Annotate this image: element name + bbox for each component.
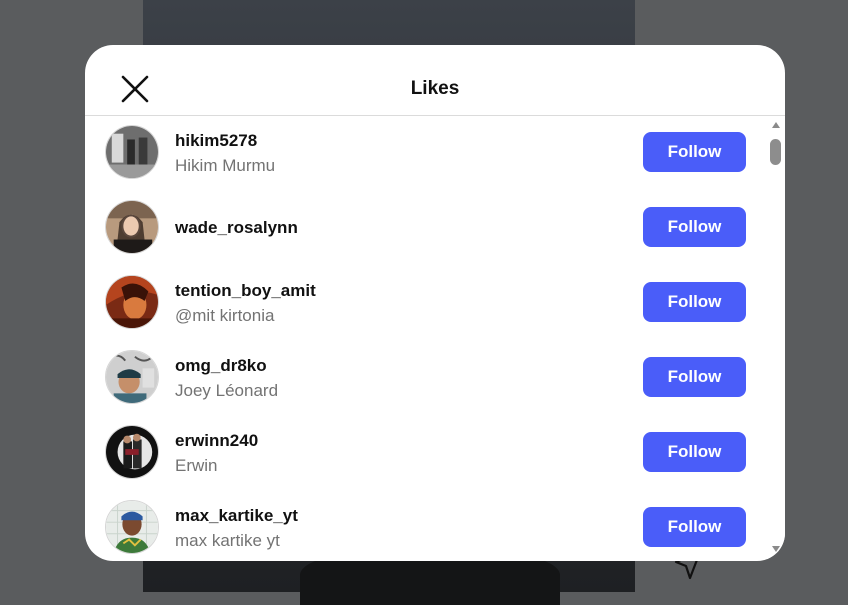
list-item: hikim5278 Hikim Murmu Follow [85,116,767,191]
username[interactable]: erwinn240 [175,431,258,451]
avatar[interactable] [105,350,159,404]
scroll-down-arrow-icon[interactable] [772,546,780,552]
username[interactable]: omg_dr8ko [175,356,267,376]
full-name: Erwin [175,456,218,475]
username[interactable]: hikim5278 [175,131,257,151]
follow-button[interactable]: Follow [643,207,746,247]
likes-list: hikim5278 Hikim Murmu Follow wade_rosaly… [85,116,767,561]
list-scrollbar[interactable] [767,116,785,561]
username[interactable]: tention_boy_amit [175,281,316,301]
avatar[interactable] [105,200,159,254]
avatar[interactable] [105,275,159,329]
full-name: max kartike yt [175,531,280,550]
avatar[interactable] [105,425,159,479]
follow-button[interactable]: Follow [643,507,746,547]
list-item: erwinn240 Erwin Follow [85,416,767,491]
dialog-title: Likes [410,78,460,99]
full-name: @mit kirtonia [175,306,275,325]
full-name: Joey Léonard [175,381,279,400]
avatar[interactable] [105,125,159,179]
list-item: max_kartike_yt max kartike yt Follow [85,491,767,561]
full-name: Hikim Murmu [175,156,276,175]
follow-button[interactable]: Follow [643,432,746,472]
list-item: tention_boy_amit @mit kirtonia Follow [85,266,767,341]
username[interactable]: max_kartike_yt [175,506,298,526]
follow-button[interactable]: Follow [643,132,746,172]
username[interactable]: wade_rosalynn [175,218,298,238]
follow-button[interactable]: Follow [643,282,746,322]
list-item: omg_dr8ko Joey Léonard Follow [85,341,767,416]
follow-button[interactable]: Follow [643,357,746,397]
scroll-up-arrow-icon[interactable] [772,122,780,128]
avatar[interactable] [105,500,159,554]
list-item: wade_rosalynn Follow [85,191,767,266]
dialog-header: Likes [85,45,785,116]
likes-dialog: Likes hikim5278 Hikim Murmu Follow wade_… [85,45,785,561]
scrollbar-thumb[interactable] [770,139,781,165]
